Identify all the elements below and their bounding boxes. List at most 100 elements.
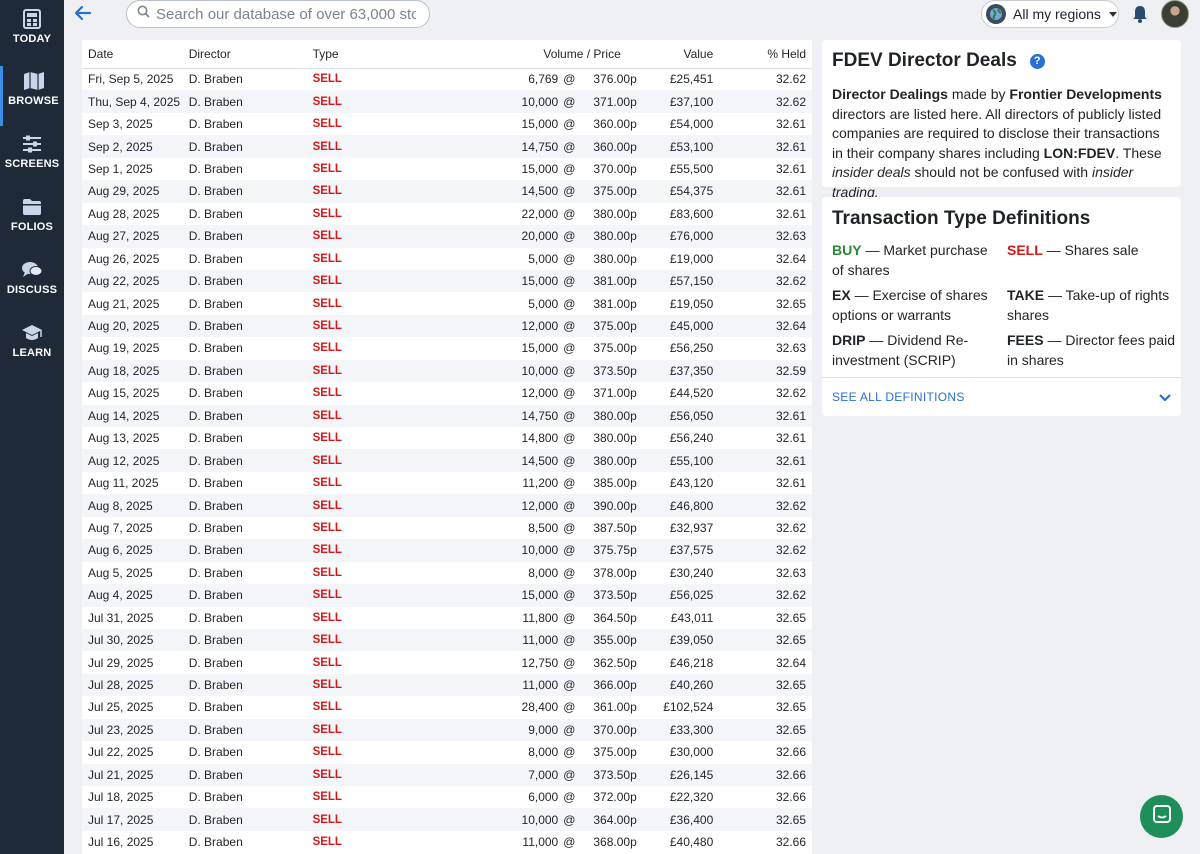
table-row[interactable]: Sep 1, 2025 D. Braben SELL 15,000 @370.00p £5… bbox=[82, 158, 812, 180]
header-volume-price[interactable]: Volume / Price bbox=[393, 40, 637, 69]
cell-held: 32.62 bbox=[713, 90, 812, 113]
cell-price: 371.00p bbox=[593, 386, 637, 401]
table-row[interactable]: Aug 27, 2025 D. Braben SELL 20,000 @380.00p £… bbox=[82, 225, 812, 248]
region-selector[interactable]: All my regions bbox=[981, 0, 1119, 28]
cell-volume: 11,800 bbox=[522, 610, 559, 625]
table-row[interactable]: Sep 2, 2025 D. Braben SELL 14,750 @360.00p £5… bbox=[82, 135, 812, 158]
cell-type: SELL bbox=[312, 404, 394, 427]
table-row[interactable]: Thu, Sep 4, 2025 D. Braben SELL 10,000 @371.… bbox=[82, 90, 812, 113]
sidebar-item-learn[interactable]: LEARN bbox=[0, 318, 64, 378]
cell-type: SELL bbox=[312, 477, 342, 490]
table-row[interactable]: Aug 21, 2025 D. Braben SELL 5,000 @381.00p £1… bbox=[82, 292, 812, 314]
cell-director: D. Braben bbox=[188, 628, 313, 652]
table-row[interactable]: Jul 31, 2025 D. Braben SELL 11,800 @364.50p £… bbox=[82, 607, 812, 629]
table-row[interactable]: Aug 13, 2025 D. Braben SELL 14,800 @380.00p £… bbox=[82, 427, 812, 449]
table-row[interactable]: Aug 15, 2025 D. Braben SELL 12,000 @371.00p £… bbox=[82, 382, 812, 404]
table-row[interactable]: Aug 14, 2025 D. Braben SELL 14,750 @380.00p £… bbox=[82, 404, 812, 427]
header-value[interactable]: Value bbox=[636, 40, 714, 69]
table-row[interactable]: Jul 16, 2025 D. Braben SELL 11,000 @368.00p £… bbox=[82, 831, 812, 853]
definition-sell: SELL — Shares sale bbox=[1007, 241, 1177, 261]
see-all-definitions-link[interactable]: SEE ALL DEFINITIONS bbox=[822, 377, 1181, 416]
sliders-icon bbox=[21, 133, 43, 155]
cell-price: 380.00p bbox=[593, 251, 637, 266]
table-row[interactable]: Aug 5, 2025 D. Braben SELL 8,000 @378.00p £30… bbox=[82, 562, 812, 584]
table-row[interactable]: Jul 30, 2025 D. Braben SELL 11,000 @355.00p £… bbox=[82, 628, 812, 652]
deals-desc-text: made by bbox=[947, 86, 1010, 102]
table-header-row: Date Director Type Volume / Price Value … bbox=[82, 40, 812, 69]
table-row[interactable]: Jul 25, 2025 D. Braben SELL 28,400 @361.00p £… bbox=[82, 696, 812, 718]
definition-desc: — Shares sale bbox=[1042, 242, 1139, 258]
header-director[interactable]: Director bbox=[188, 40, 313, 69]
help-icon[interactable]: ? bbox=[1029, 53, 1045, 69]
deals-desc-text: . These bbox=[1115, 144, 1162, 161]
table-row[interactable]: Jul 23, 2025 D. Braben SELL 9,000 @370.00p £3… bbox=[82, 718, 812, 742]
sidebar: TODAY BROWSE SCREENS FOLIOS DISCUSS LEAR… bbox=[0, 0, 64, 854]
sidebar-item-screens[interactable]: SCREENS bbox=[0, 129, 64, 189]
notification-bell-icon[interactable] bbox=[1130, 4, 1150, 24]
cell-price: 376.00p bbox=[593, 72, 637, 87]
cell-date: Aug 18, 2025 bbox=[82, 359, 189, 383]
cell-volume: 11,000 bbox=[393, 673, 559, 697]
cell-held: 32.61 bbox=[713, 404, 812, 427]
user-avatar[interactable] bbox=[1161, 0, 1189, 28]
table-row[interactable]: Jul 17, 2025 D. Braben SELL 10,000 @364.00p £… bbox=[82, 808, 812, 831]
header-type[interactable]: Type bbox=[312, 40, 394, 69]
back-arrow-icon[interactable] bbox=[74, 4, 92, 22]
header-held[interactable]: % Held bbox=[713, 40, 812, 69]
chat-launcher-button[interactable] bbox=[1140, 795, 1183, 838]
cell-price: 380.00p bbox=[580, 404, 637, 427]
table-row[interactable]: Aug 18, 2025 D. Braben SELL 10,000 @373.50p £… bbox=[82, 359, 812, 383]
table-row[interactable]: Sep 3, 2025 D. Braben SELL 15,000 @360.00p £5… bbox=[82, 113, 812, 135]
cell-value: £57,150 bbox=[636, 269, 714, 293]
cell-director: D. Braben bbox=[188, 700, 243, 715]
table-row[interactable]: Aug 26, 2025 D. Braben SELL 5,000 @380.00p £1… bbox=[82, 248, 812, 270]
sidebar-item-browse[interactable]: BROWSE bbox=[0, 66, 64, 126]
table-row[interactable]: Fri, Sep 5, 2025 D. Braben SELL 6,769 @376.0… bbox=[82, 68, 812, 90]
header-date[interactable]: Date bbox=[82, 40, 189, 69]
cell-date: Aug 26, 2025 bbox=[88, 251, 160, 266]
sidebar-item-discuss[interactable]: DISCUSS bbox=[0, 255, 64, 315]
table-row[interactable]: Aug 12, 2025 D. Braben SELL 14,500 @380.00p £… bbox=[82, 449, 812, 472]
cell-type: SELL bbox=[312, 521, 342, 534]
cell-price: 360.00p bbox=[580, 135, 637, 158]
cell-type: SELL bbox=[312, 566, 342, 579]
table-row[interactable]: Aug 11, 2025 D. Braben SELL 11,200 @385.00p £… bbox=[82, 472, 812, 494]
table-row[interactable]: Jul 21, 2025 D. Braben SELL 7,000 @373.50p £2… bbox=[82, 763, 812, 786]
definition-code: BUY bbox=[832, 242, 862, 258]
table-row[interactable]: Aug 19, 2025 D. Braben SELL 15,000 @375.00p £… bbox=[82, 337, 812, 359]
cell-director: D. Braben bbox=[188, 584, 313, 607]
search-bar[interactable] bbox=[126, 0, 430, 28]
cell-volume: 15,000 bbox=[393, 269, 559, 293]
table-row[interactable]: Jul 18, 2025 D. Braben SELL 6,000 @372.00p £2… bbox=[82, 786, 812, 808]
cell-volume: 7,000 bbox=[393, 763, 559, 786]
cell-held: 32.64 bbox=[713, 314, 812, 338]
cell-volume: 12,750 bbox=[521, 655, 559, 670]
cell-held: 32.66 bbox=[775, 745, 806, 760]
table-row[interactable]: Aug 6, 2025 D. Braben SELL 10,000 @375.75p £3… bbox=[82, 539, 812, 562]
table-row[interactable]: Jul 29, 2025 D. Braben SELL 12,750 @362.50p £… bbox=[82, 651, 812, 673]
cell-at: @ bbox=[563, 835, 576, 850]
cell-date: Aug 29, 2025 bbox=[82, 180, 189, 203]
cell-price: 373.50p bbox=[580, 763, 637, 786]
table-row[interactable]: Aug 29, 2025 D. Braben SELL 14,500 @375.00p £… bbox=[82, 180, 812, 203]
search-input[interactable] bbox=[156, 5, 416, 23]
table-row[interactable]: Aug 4, 2025 D. Braben SELL 15,000 @373.50p £5… bbox=[82, 584, 812, 607]
cell-type: SELL bbox=[312, 432, 342, 445]
cell-type: SELL bbox=[312, 297, 342, 310]
see-all-label: SEE ALL DEFINITIONS bbox=[832, 390, 965, 404]
cell-held: 32.61 bbox=[713, 135, 812, 158]
table-row[interactable]: Aug 8, 2025 D. Braben SELL 12,000 @390.00p £4… bbox=[82, 494, 812, 517]
cell-at: @ bbox=[558, 404, 581, 427]
table-row[interactable]: Aug 7, 2025 D. Braben SELL 8,500 @387.50p £32… bbox=[82, 517, 812, 539]
cell-date: Fri, Sep 5, 2025 bbox=[88, 72, 174, 87]
table-row[interactable]: Jul 28, 2025 D. Braben SELL 11,000 @366.00p £… bbox=[82, 673, 812, 697]
table-row[interactable]: Jul 22, 2025 D. Braben SELL 8,000 @375.00p £3… bbox=[82, 741, 812, 763]
cell-held: 32.61 bbox=[713, 180, 812, 203]
sidebar-item-today[interactable]: TODAY bbox=[0, 4, 64, 64]
table-row[interactable]: Aug 28, 2025 D. Braben SELL 22,000 @380.00p £… bbox=[82, 203, 812, 225]
sidebar-item-folios[interactable]: FOLIOS bbox=[0, 192, 64, 252]
table-row[interactable]: Aug 22, 2025 D. Braben SELL 15,000 @381.00p £… bbox=[82, 269, 812, 293]
cell-date: Aug 28, 2025 bbox=[88, 206, 160, 221]
table-row[interactable]: Aug 20, 2025 D. Braben SELL 12,000 @375.00p £… bbox=[82, 314, 812, 338]
cell-volume: 10,000 bbox=[393, 808, 559, 831]
